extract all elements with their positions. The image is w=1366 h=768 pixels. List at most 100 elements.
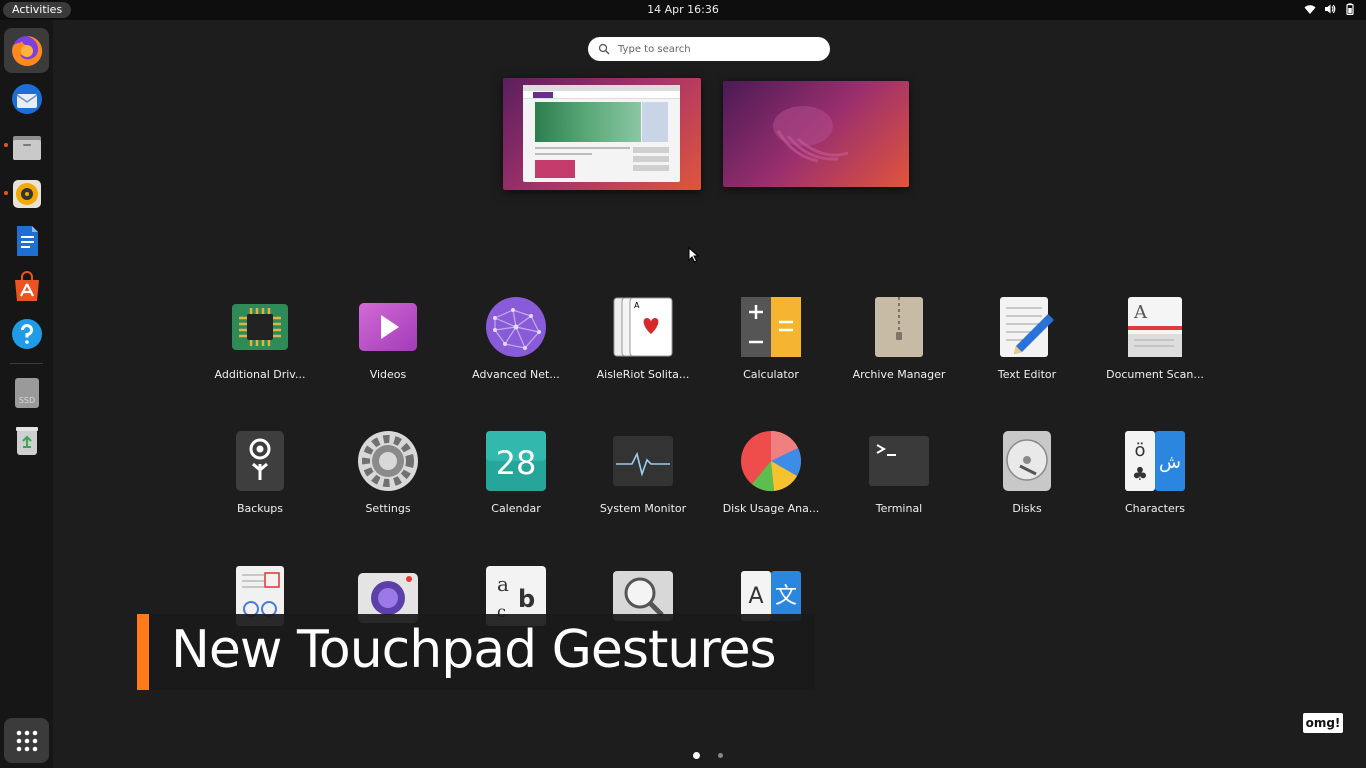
dock-help[interactable] [4, 311, 49, 356]
app-label: Terminal [875, 502, 923, 515]
svg-text:A: A [1133, 302, 1148, 323]
app-label: Disk Usage Ana... [722, 502, 820, 515]
system-tray[interactable] [1304, 3, 1356, 15]
dock-separator [10, 363, 43, 364]
svg-text:ش: ش [1159, 452, 1181, 473]
dock-writer[interactable] [4, 218, 49, 263]
thunderbird-icon [11, 83, 42, 114]
clock[interactable]: 14 Apr 16:36 [0, 3, 1366, 16]
app-calendar[interactable]: 28 Calendar [452, 430, 580, 515]
svg-text:28: 28 [496, 444, 537, 482]
chip-icon [232, 304, 288, 350]
grid-icon [16, 730, 37, 751]
app-archive-manager[interactable]: Archive Manager [835, 296, 963, 381]
top-bar: Activities 14 Apr 16:36 [0, 0, 1366, 20]
app-label: Text Editor [997, 368, 1057, 381]
backups-icon [236, 431, 284, 491]
page-indicator-1[interactable] [693, 752, 700, 759]
workspace-thumbnail-1[interactable] [503, 78, 701, 190]
dock-thunderbird[interactable] [4, 76, 49, 121]
app-text-editor[interactable]: Text Editor [963, 296, 1091, 381]
app-label: Advanced Net... [472, 368, 560, 381]
app-document-scanner[interactable]: A Document Scan... [1091, 296, 1219, 381]
app-label: AisleRiot Solita... [596, 368, 690, 381]
calendar-icon: 28 [486, 431, 546, 491]
svg-text:a: a [497, 572, 509, 596]
svg-text:b: b [518, 585, 535, 613]
app-label: Settings [365, 502, 411, 515]
app-label: Document Scan... [1106, 368, 1204, 381]
svg-text:ö: ö [1134, 440, 1145, 461]
browser-window-thumbnail[interactable] [523, 85, 680, 182]
play-icon [359, 303, 417, 351]
svg-text:♣: ♣ [1132, 464, 1148, 485]
app-label: Calculator [743, 368, 799, 381]
dock-rhythmbox[interactable] [4, 171, 49, 216]
battery-icon[interactable] [1344, 3, 1356, 15]
app-label: Disks [1012, 502, 1042, 515]
files-icon [12, 135, 41, 160]
app-additional-drivers[interactable]: Additional Driv... [196, 296, 324, 381]
help-icon [11, 318, 42, 349]
app-backups[interactable]: Backups [196, 430, 324, 515]
app-center-icon [14, 270, 39, 301]
search-input[interactable] [618, 43, 818, 55]
omg-watermark: omg! [1303, 713, 1343, 733]
search-box[interactable] [588, 37, 830, 61]
app-label: Videos [369, 368, 407, 381]
archive-icon [875, 297, 923, 357]
svg-text:A: A [748, 584, 763, 609]
search-icon [598, 43, 610, 55]
app-disk-usage-analyzer[interactable]: Disk Usage Ana... [707, 430, 835, 515]
workspace-thumbnail-2[interactable] [723, 81, 909, 187]
app-label: Backups [236, 502, 284, 515]
pie-chart-icon [741, 431, 801, 492]
dock-ssd[interactable]: SSD [4, 370, 49, 415]
app-disks[interactable]: Disks [963, 430, 1091, 515]
dock-firefox[interactable] [4, 28, 49, 73]
firefox-icon [11, 35, 42, 66]
app-label: Archive Manager [852, 368, 946, 381]
app-label: System Monitor [599, 502, 687, 515]
gear-icon [358, 431, 418, 491]
document-scanner-icon: A [1128, 297, 1182, 357]
trash-icon [15, 426, 38, 455]
dock-trash[interactable] [4, 417, 49, 462]
video-caption-overlay: New Touchpad Gestures [137, 614, 815, 690]
wifi-icon[interactable] [1304, 3, 1316, 15]
text-editor-icon [1000, 297, 1054, 357]
dock-files[interactable] [4, 124, 49, 169]
app-label: Characters [1124, 502, 1186, 515]
app-advanced-network[interactable]: Advanced Net... [452, 296, 580, 381]
hard-disk-icon [1003, 431, 1051, 491]
app-system-monitor[interactable]: System Monitor [579, 430, 707, 515]
playing-cards-icon: A [613, 297, 673, 357]
app-terminal[interactable]: Terminal [835, 430, 963, 515]
rhythmbox-icon [12, 179, 41, 208]
svg-text:A: A [634, 301, 640, 310]
svg-text:SSD: SSD [18, 396, 34, 405]
characters-icon: ö ♣ ش [1125, 431, 1185, 491]
app-aisleriot[interactable]: A AisleRiot Solita... [579, 296, 707, 381]
show-apps-button[interactable] [4, 718, 49, 763]
app-characters[interactable]: ö ♣ ش Characters [1091, 430, 1219, 515]
network-globe-icon [486, 297, 546, 357]
caption-accent-stripe [137, 614, 149, 690]
app-calculator[interactable]: Calculator [707, 296, 835, 381]
svg-text:文: 文 [775, 584, 797, 609]
caption-title: New Touchpad Gestures [171, 620, 777, 680]
calculator-icon [741, 297, 801, 357]
app-label: Calendar [491, 502, 541, 515]
mouse-cursor-icon [688, 247, 700, 263]
dock-app-center[interactable] [4, 264, 49, 309]
app-videos[interactable]: Videos [324, 296, 452, 381]
app-settings[interactable]: Settings [324, 430, 452, 515]
app-label: Additional Driv... [214, 368, 306, 381]
page-indicator-2[interactable] [718, 753, 723, 758]
volume-icon[interactable] [1324, 3, 1336, 15]
system-monitor-icon [613, 436, 673, 486]
jellyfish-wallpaper-icon [773, 106, 849, 163]
ssd-drive-icon: SSD [14, 377, 39, 408]
libreoffice-writer-icon [16, 225, 38, 256]
terminal-icon [869, 436, 929, 486]
